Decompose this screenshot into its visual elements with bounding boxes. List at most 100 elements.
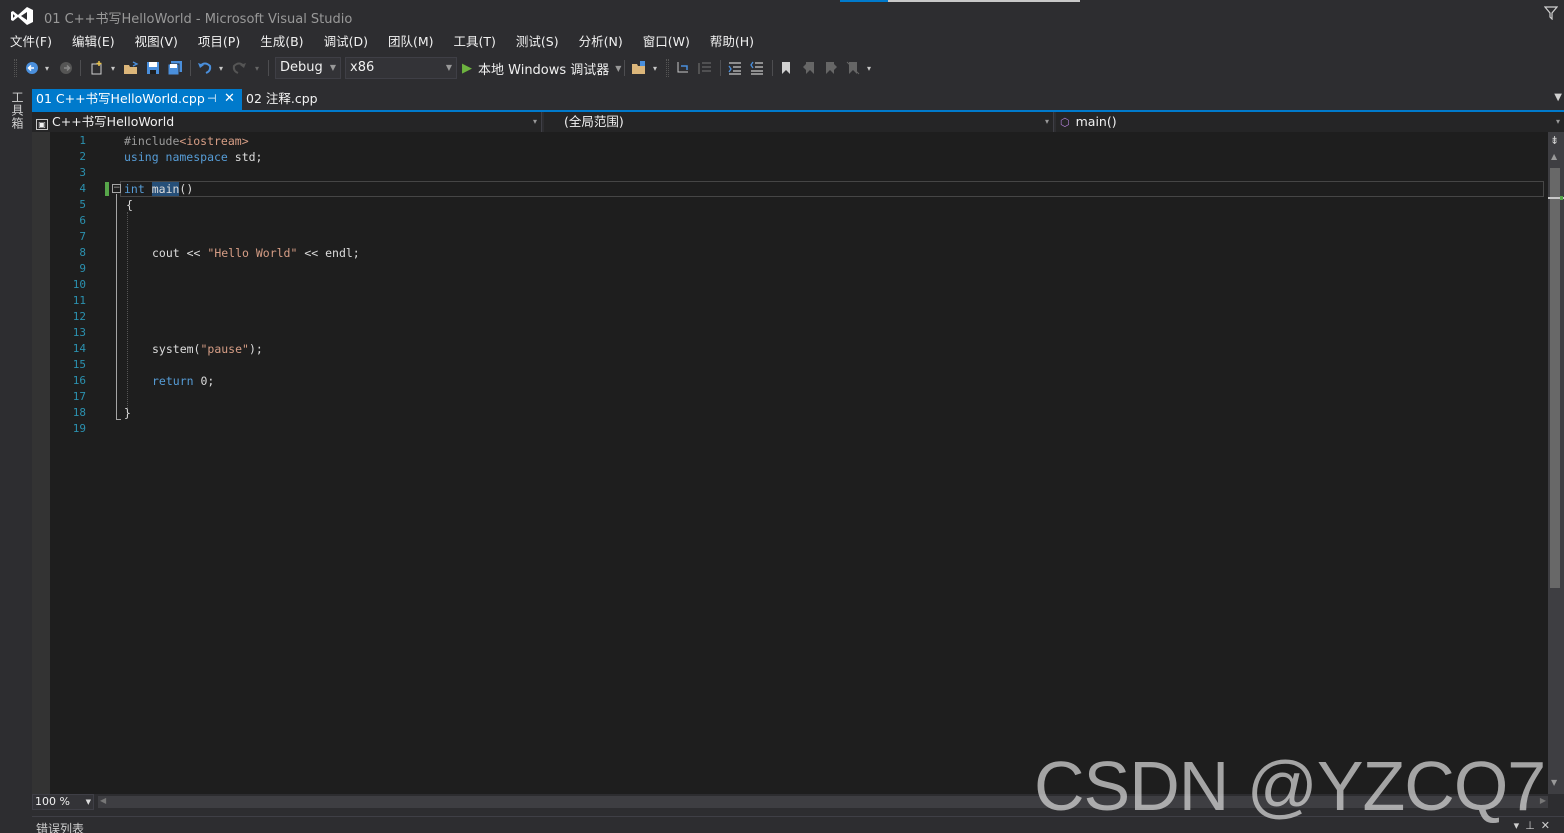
close-icon[interactable]: ✕ (224, 89, 235, 109)
start-debugging-button[interactable]: ▶ 本地 Windows 调试器 ▼ (462, 58, 622, 78)
line-number: 8 (79, 246, 86, 259)
function-icon: ⬡ (1060, 116, 1070, 129)
line-number: 3 (79, 166, 86, 179)
menu-help[interactable]: 帮助(H) (700, 32, 764, 52)
bookmark-icon[interactable] (778, 58, 794, 78)
line-number: 13 (72, 326, 86, 339)
code-line-18[interactable]: } (124, 405, 131, 421)
current-line-highlight (120, 181, 1544, 197)
menu-team[interactable]: 团队(M) (378, 32, 444, 52)
uncomment-lines-icon[interactable] (748, 58, 766, 78)
open-file-icon[interactable] (122, 58, 140, 78)
toolbox-tab[interactable]: 工具箱 (9, 91, 26, 130)
code-line-8[interactable]: cout << "Hello World" << endl; (152, 245, 360, 261)
zoom-dropdown[interactable]: 100 % ▼ (32, 794, 94, 810)
new-project-dropdown-icon[interactable]: ▾ (108, 58, 118, 78)
line-number: 11 (72, 294, 86, 307)
code-line-16[interactable]: return 0; (152, 373, 214, 389)
menu-file[interactable]: 文件(F) (0, 32, 62, 52)
line-number: 19 (72, 422, 86, 435)
split-window-icon[interactable]: ⇟ (1550, 134, 1559, 147)
tab-comments-cpp[interactable]: 02 注释.cpp (242, 89, 318, 110)
menu-view[interactable]: 视图(V) (125, 32, 188, 52)
tab-overflow-dropdown-icon[interactable]: ▼ (1554, 92, 1562, 103)
error-list-title[interactable]: 错误列表 (36, 820, 84, 833)
project-dropdown[interactable]: ▣ C++书写HelloWorld ▾ (32, 112, 542, 132)
menu-project[interactable]: 项目(P) (188, 32, 250, 52)
member-name: main() (1075, 114, 1117, 129)
undo-icon[interactable] (196, 58, 214, 78)
line-number: 1 (79, 134, 86, 147)
chevron-down-icon: ▾ (532, 117, 537, 126)
watermark: CSDN @YZCQ7 (1034, 747, 1546, 825)
step-over-icon[interactable] (696, 58, 714, 78)
visual-studio-logo-icon (11, 7, 33, 25)
line-number: 12 (72, 310, 86, 323)
toolbar-grip[interactable] (14, 59, 17, 77)
scrollbar-thumb[interactable] (1550, 168, 1560, 588)
comment-lines-icon[interactable] (726, 58, 744, 78)
toolbox-side-panel: 工具箱 (0, 85, 30, 833)
outline-line (116, 194, 117, 420)
toolbar-options-dropdown-icon[interactable]: ▾ (864, 58, 874, 78)
previous-bookmark-icon[interactable] (800, 58, 818, 78)
tab-helloworld-cpp[interactable]: 01 C++书写HelloWorld.cpp ⊣ ✕ (32, 89, 242, 110)
navigate-back-dropdown-icon[interactable]: ▾ (42, 58, 52, 78)
document-tab-bar: 01 C++书写HelloWorld.cpp ⊣ ✕ 02 注释.cpp ▼ (32, 89, 1564, 110)
line-number: 18 (72, 406, 86, 419)
navigate-back-icon[interactable] (24, 58, 40, 78)
solution-configuration-dropdown[interactable]: Debug ▼ (275, 57, 341, 79)
next-bookmark-icon[interactable] (822, 58, 840, 78)
save-all-icon[interactable] (166, 58, 184, 78)
redo-dropdown-icon[interactable]: ▾ (252, 58, 262, 78)
redo-icon[interactable] (230, 58, 248, 78)
solution-platform-dropdown[interactable]: x86 ▼ (345, 57, 457, 79)
scroll-down-icon[interactable]: ▼ (1551, 778, 1557, 787)
filter-icon[interactable] (1544, 6, 1558, 20)
menu-debug[interactable]: 调试(D) (314, 32, 378, 52)
scope-dropdown[interactable]: (全局范围) ▾ (544, 112, 1054, 132)
menu-analyze[interactable]: 分析(N) (569, 32, 633, 52)
code-line-5[interactable]: { (126, 197, 133, 213)
member-dropdown[interactable]: ⬡ main() ▾ (1056, 112, 1564, 132)
menu-edit[interactable]: 编辑(E) (62, 32, 125, 52)
scroll-up-icon[interactable]: ▲ (1551, 152, 1557, 161)
indent-guide (127, 212, 128, 408)
menu-test[interactable]: 测试(S) (506, 32, 569, 52)
project-name: C++书写HelloWorld (52, 114, 175, 129)
toolbar-grip[interactable] (666, 59, 669, 77)
scroll-left-icon[interactable]: ◀ (100, 796, 106, 805)
save-icon[interactable] (144, 58, 162, 78)
line-number: 17 (72, 390, 86, 403)
clear-bookmarks-icon[interactable] (844, 58, 862, 78)
step-into-icon[interactable] (674, 58, 692, 78)
menu-window[interactable]: 窗口(W) (633, 32, 700, 52)
chevron-down-icon: ▾ (1044, 117, 1049, 126)
menu-tools[interactable]: 工具(T) (444, 32, 506, 52)
chevron-down-icon: ▼ (445, 63, 452, 72)
navigate-forward-icon[interactable] (58, 58, 74, 78)
configuration-value: Debug (280, 60, 323, 75)
collapse-region-icon[interactable]: − (112, 184, 121, 193)
pin-icon[interactable]: ⊣ (207, 89, 217, 109)
window-title: 01 C++书写HelloWorld - Microsoft Visual St… (44, 12, 353, 27)
new-project-icon[interactable] (88, 58, 106, 78)
customize-dropdown-icon[interactable]: ▾ (650, 58, 660, 78)
chevron-down-icon: ▼ (85, 798, 91, 806)
scope-name: (全局范围) (564, 114, 624, 129)
code-line-2[interactable]: using namespace std; (124, 149, 262, 165)
menu-bar: 文件(F) 编辑(E) 视图(V) 项目(P) 生成(B) 调试(D) 团队(M… (0, 32, 764, 52)
code-line-4[interactable]: int main() (124, 181, 193, 197)
find-in-files-icon[interactable] (630, 58, 648, 78)
quick-launch-indicator[interactable] (840, 0, 1080, 2)
code-line-14[interactable]: system("pause"); (152, 341, 263, 357)
glyph-margin[interactable] (32, 132, 50, 794)
code-editor[interactable]: 1 2 3 4 5 6 7 8 9 10 11 12 13 14 15 16 1… (32, 132, 1548, 794)
line-number: 5 (79, 198, 86, 211)
menu-build[interactable]: 生成(B) (250, 32, 313, 52)
tab-label: 01 C++书写HelloWorld.cpp (36, 91, 205, 106)
code-line-1[interactable]: #include<iostream> (124, 133, 249, 149)
vertical-scrollbar[interactable]: ⇟ ▲ ▼ (1548, 132, 1564, 794)
undo-dropdown-icon[interactable]: ▾ (216, 58, 226, 78)
chevron-down-icon: ▼ (615, 63, 622, 73)
